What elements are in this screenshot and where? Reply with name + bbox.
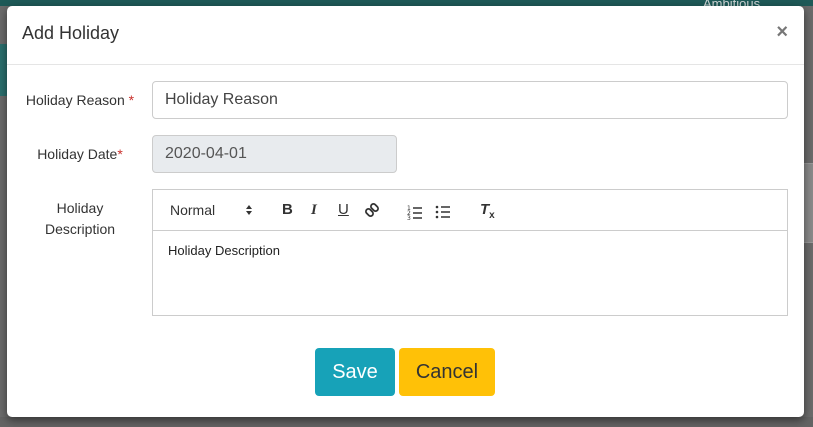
link-icon[interactable] — [364, 202, 380, 222]
holiday-reason-label-text: Holiday Reason — [25, 92, 125, 108]
save-button[interactable]: Save — [315, 348, 395, 396]
bold-icon[interactable]: B — [282, 200, 293, 220]
ordered-list-icon[interactable]: 1 2 3 — [407, 202, 423, 222]
clear-format-sub: x — [489, 210, 495, 221]
select-arrows-icon — [246, 205, 252, 215]
holiday-reason-input[interactable] — [152, 81, 788, 119]
italic-icon[interactable]: I — [311, 200, 317, 220]
required-marker: * — [128, 92, 135, 108]
format-select[interactable]: Normal — [170, 200, 258, 220]
holiday-date-label-text: Holiday Date — [37, 146, 118, 162]
required-marker: * — [117, 146, 123, 162]
close-icon[interactable]: × — [776, 22, 788, 42]
clear-format-icon[interactable]: Tx — [480, 200, 495, 221]
background-bottom — [0, 417, 813, 427]
holiday-description-label-line2: Description — [44, 221, 116, 237]
bullet-list-icon[interactable] — [435, 202, 451, 222]
modal-title: Add Holiday — [22, 23, 120, 43]
cancel-button[interactable]: Cancel — [399, 348, 495, 396]
underline-icon[interactable]: U — [338, 200, 349, 220]
clear-format-glyph: T — [480, 201, 490, 218]
holiday-description-label: Holiday Description — [20, 198, 140, 240]
format-select-value: Normal — [170, 202, 216, 218]
editor-toolbar: Normal B I U 1 2 3 Tx — [153, 190, 787, 231]
holiday-description-label-line1: Holiday — [56, 200, 104, 216]
editor-content[interactable]: Holiday Description — [153, 231, 787, 270]
svg-text:3: 3 — [407, 215, 411, 222]
rich-text-editor: Normal B I U 1 2 3 Tx Holiday Descriptio… — [152, 189, 788, 316]
holiday-date-input[interactable] — [152, 135, 397, 173]
modal-header: Add Holiday × — [7, 6, 804, 65]
editor-content-text: Holiday Description — [168, 243, 280, 258]
holiday-reason-label: Holiday Reason * — [20, 90, 140, 111]
add-holiday-modal: Add Holiday × Holiday Reason * Holiday D… — [7, 6, 804, 417]
background-right-panel — [804, 163, 813, 243]
holiday-date-label: Holiday Date* — [20, 144, 140, 165]
